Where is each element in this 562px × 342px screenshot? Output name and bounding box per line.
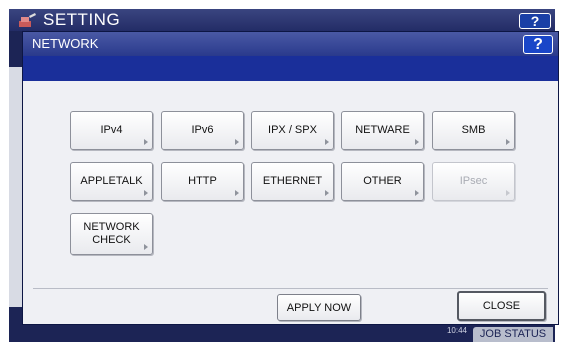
close-button[interactable]: CLOSE xyxy=(457,291,546,321)
dialog-help-button[interactable]: ? xyxy=(523,35,553,54)
network-check-button[interactable]: NETWORK CHECK xyxy=(70,213,153,255)
appletalk-label: APPLETALK xyxy=(80,175,143,187)
other-label: OTHER xyxy=(363,175,402,187)
dialog-titlebar: NETWORK ? xyxy=(23,32,558,56)
ipv6-button[interactable]: IPv6 xyxy=(161,111,244,150)
setting-header: SETTING ? xyxy=(9,9,555,31)
apply-now-button[interactable]: APPLY NOW xyxy=(277,294,361,321)
netware-label: NETWARE xyxy=(355,124,410,136)
smb-button[interactable]: SMB xyxy=(432,111,515,150)
submenu-arrow-icon xyxy=(325,139,329,145)
appletalk-button[interactable]: APPLETALK xyxy=(70,162,153,201)
ipsec-button: IPsec xyxy=(432,162,515,201)
ipv6-label: IPv6 xyxy=(191,124,214,136)
ipx-spx-button[interactable]: IPX / SPX xyxy=(251,111,334,150)
submenu-arrow-icon xyxy=(506,190,510,196)
dialog-title: NETWORK xyxy=(32,36,99,51)
divider xyxy=(33,288,548,289)
dialog-info-band xyxy=(23,56,558,81)
other-button[interactable]: OTHER xyxy=(341,162,424,201)
submenu-arrow-icon xyxy=(235,190,239,196)
http-label: HTTP xyxy=(188,175,217,187)
clock-time: 10:44 xyxy=(446,326,467,335)
ipv4-button[interactable]: IPv4 xyxy=(70,111,153,150)
submenu-arrow-icon xyxy=(506,139,510,145)
ipv4-label: IPv4 xyxy=(100,124,123,136)
network-dialog: NETWORK ? IPv4 IPv6 IPX / SPX NETWARE SM… xyxy=(22,31,559,325)
setting-title: SETTING xyxy=(43,10,121,29)
job-status-button[interactable]: JOB STATUS xyxy=(473,327,553,342)
ethernet-button[interactable]: ETHERNET xyxy=(251,162,334,201)
ipx-spx-label: IPX / SPX xyxy=(268,124,317,136)
submenu-arrow-icon xyxy=(144,244,148,250)
submenu-arrow-icon xyxy=(144,190,148,196)
setting-tool-icon xyxy=(19,13,36,27)
http-button[interactable]: HTTP xyxy=(161,162,244,201)
ethernet-label: ETHERNET xyxy=(262,175,323,187)
netware-button[interactable]: NETWARE xyxy=(341,111,424,150)
setting-left-panel xyxy=(9,67,23,307)
clock: 10:44 xyxy=(407,327,467,335)
smb-label: SMB xyxy=(461,124,486,136)
submenu-arrow-icon xyxy=(415,190,419,196)
submenu-arrow-icon xyxy=(415,139,419,145)
network-check-label: NETWORK CHECK xyxy=(83,221,139,247)
network-check-label-line2: CHECK xyxy=(92,234,131,246)
submenu-arrow-icon xyxy=(325,190,329,196)
network-check-label-line1: NETWORK xyxy=(83,221,140,233)
ipsec-label: IPsec xyxy=(459,175,488,187)
submenu-arrow-icon xyxy=(144,139,148,145)
setting-help-button[interactable]: ? xyxy=(519,13,551,29)
dialog-panel: IPv4 IPv6 IPX / SPX NETWARE SMB APPLETAL… xyxy=(23,81,558,324)
submenu-arrow-icon xyxy=(235,139,239,145)
